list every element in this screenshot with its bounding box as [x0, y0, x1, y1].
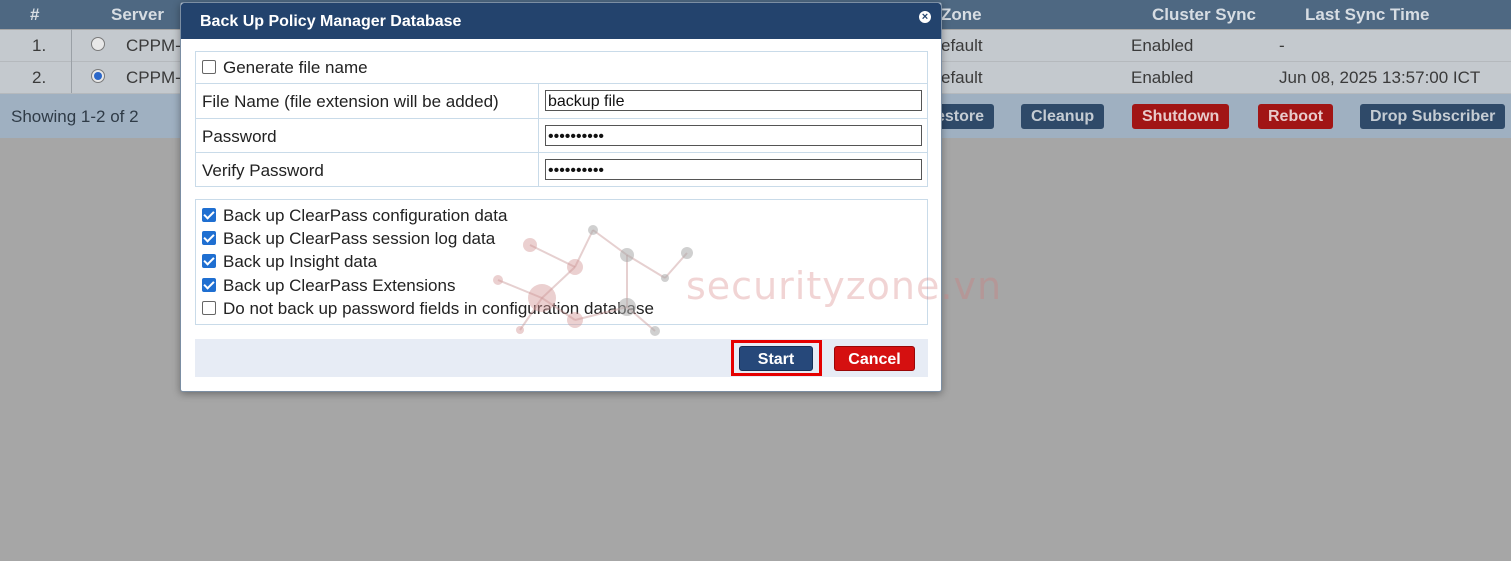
reboot-button[interactable]: Reboot	[1258, 104, 1334, 129]
generate-file-name-label: Generate file name	[223, 58, 368, 77]
dialog-footer: Start Cancel	[195, 339, 928, 377]
row-last-sync: -	[1279, 36, 1285, 55]
password-row: Password ••••••••••	[196, 118, 927, 153]
password-input[interactable]: ••••••••••	[545, 125, 922, 146]
shutdown-button[interactable]: Shutdown	[1132, 104, 1230, 129]
start-button[interactable]: Start	[739, 346, 813, 371]
file-name-input[interactable]: backup file	[545, 90, 922, 111]
generate-file-name-option[interactable]: Generate file name	[202, 58, 368, 78]
row-server: CPPM-	[126, 36, 181, 55]
row-zone: efault	[941, 36, 983, 55]
option-label: Back up ClearPass Extensions	[223, 276, 456, 295]
option-skip-passwords[interactable]: Do not back up password fields in config…	[202, 299, 654, 319]
field-divider	[538, 119, 539, 153]
row-select-radio[interactable]	[91, 37, 105, 51]
verify-password-input[interactable]: ••••••••••	[545, 159, 922, 180]
cleanup-button[interactable]: Cleanup	[1021, 104, 1105, 129]
row-select-radio[interactable]	[91, 69, 105, 83]
drop-subscriber-button[interactable]: Drop Subscriber	[1360, 104, 1506, 129]
verify-password-label: Verify Password	[202, 161, 324, 180]
col-header-zone[interactable]: Zone	[941, 5, 982, 25]
row-num: 2.	[32, 68, 47, 87]
col-header-num[interactable]: #	[30, 5, 39, 25]
option-checkbox[interactable]	[202, 208, 216, 222]
password-label: Password	[202, 127, 277, 146]
option-checkbox[interactable]	[202, 301, 216, 315]
watermark-text: securityzone.vn	[686, 264, 1003, 308]
col-header-server[interactable]: Server	[111, 5, 164, 25]
row-server: CPPM-	[126, 68, 181, 87]
row-last-sync: Jun 08, 2025 13:57:00 ICT	[1279, 68, 1481, 87]
row-cluster-sync: Enabled	[1131, 68, 1194, 87]
option-checkbox[interactable]	[202, 231, 216, 245]
option-checkbox[interactable]	[202, 254, 216, 268]
row-cluster-sync: Enabled	[1131, 36, 1194, 55]
col-header-cluster-sync[interactable]: Cluster Sync	[1152, 5, 1256, 25]
option-label: Back up Insight data	[223, 252, 378, 271]
verify-password-row: Verify Password ••••••••••	[196, 152, 927, 187]
dialog-titlebar: Back Up Policy Manager Database ×	[181, 3, 941, 39]
option-label: Do not back up password fields in config…	[223, 299, 654, 318]
option-session-log[interactable]: Back up ClearPass session log data	[202, 229, 495, 249]
field-divider	[538, 153, 539, 187]
option-insight-data[interactable]: Back up Insight data	[202, 252, 377, 272]
column-divider	[71, 29, 72, 93]
option-label: Back up ClearPass configuration data	[223, 206, 508, 225]
pagination-status: Showing 1-2 of 2	[11, 107, 139, 126]
field-divider	[538, 84, 539, 118]
option-checkbox[interactable]	[202, 278, 216, 292]
file-name-row: File Name (file extension will be added)…	[196, 83, 927, 118]
row-num: 1.	[32, 36, 47, 55]
file-name-label: File Name (file extension will be added)	[202, 92, 499, 111]
dialog-title: Back Up Policy Manager Database	[200, 13, 462, 30]
option-label: Back up ClearPass session log data	[223, 229, 496, 248]
col-header-last-sync[interactable]: Last Sync Time	[1305, 5, 1429, 25]
backup-file-section: Generate file name File Name (file exten…	[195, 51, 928, 187]
option-extensions[interactable]: Back up ClearPass Extensions	[202, 276, 455, 296]
backup-dialog: Back Up Policy Manager Database × Genera…	[180, 2, 942, 392]
close-icon[interactable]: ×	[919, 11, 931, 23]
cancel-button[interactable]: Cancel	[834, 346, 915, 371]
generate-file-name-checkbox[interactable]	[202, 60, 216, 74]
row-zone: efault	[941, 68, 983, 87]
option-config-data[interactable]: Back up ClearPass configuration data	[202, 206, 507, 226]
